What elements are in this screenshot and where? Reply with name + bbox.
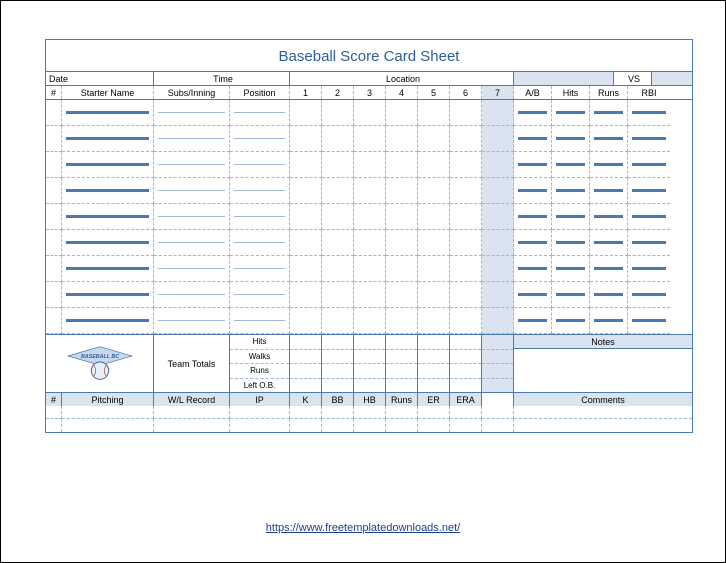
col-inn-2: 2 (322, 86, 354, 99)
pcol-hb: HB (354, 393, 386, 406)
pcol-era: ERA (450, 393, 482, 406)
col-position: Position (230, 86, 290, 99)
vs-label: VS (614, 72, 652, 85)
player-row (46, 178, 692, 204)
player-row (46, 256, 692, 282)
stat-labels: Hits Walks Runs Left O.B. (230, 335, 290, 392)
score-sheet: Baseball Score Card Sheet Date Time Loca… (45, 39, 693, 433)
col-inn-4: 4 (386, 86, 418, 99)
time-label: Time (154, 72, 290, 85)
pitching-rows (46, 406, 692, 432)
column-headers: # Starter Name Subs/Inning Position 1 2 … (46, 85, 692, 99)
col-inn-5: 5 (418, 86, 450, 99)
player-rows (46, 99, 692, 334)
player-row (46, 230, 692, 256)
inn-total-5 (418, 335, 450, 392)
team-totals-label: Team Totals (154, 335, 230, 392)
col-inn-7: 7 (482, 86, 514, 99)
notes-label: Notes (514, 335, 692, 349)
col-subs: Subs/Inning (154, 86, 230, 99)
source-link[interactable]: https://www.freetemplatedownloads.net/ (266, 522, 460, 534)
player-row (46, 100, 692, 126)
pcol-ip: IP (230, 393, 290, 406)
stat-hits: Hits (230, 335, 289, 350)
player-row (46, 152, 692, 178)
pcol-er: ER (418, 393, 450, 406)
stat-walks: Walks (230, 350, 289, 365)
player-row (46, 282, 692, 308)
totals-row: BASEBALL BC Team Totals Hits Walks Runs … (46, 334, 692, 392)
player-row (46, 308, 692, 334)
player-row (46, 126, 692, 152)
pitch-row (46, 419, 692, 432)
inn-total-1 (290, 335, 322, 392)
date-label: Date (46, 72, 154, 85)
pcol-wl: W/L Record (154, 393, 230, 406)
col-inn-1: 1 (290, 86, 322, 99)
col-inn-6: 6 (450, 86, 482, 99)
baseball-bc-logo-icon: BASEBALL BC (65, 344, 135, 384)
col-starter: Starter Name (62, 86, 154, 99)
pcol-runs: Runs (386, 393, 418, 406)
inn-total-7 (482, 335, 514, 392)
player-row (46, 204, 692, 230)
pitching-header: # Pitching W/L Record IP K BB HB Runs ER… (46, 392, 692, 406)
col-hits: Hits (552, 86, 590, 99)
pcol-num: # (46, 393, 62, 406)
pcol-pitching: Pitching (62, 393, 154, 406)
sheet-title: Baseball Score Card Sheet (46, 40, 692, 71)
col-rbi: RBI (628, 86, 670, 99)
stat-lob: Left O.B. (230, 379, 289, 393)
inn-total-2 (322, 335, 354, 392)
logo-box: BASEBALL BC (46, 335, 154, 392)
location-label: Location (290, 72, 514, 85)
pitch-row (46, 406, 692, 419)
col-num: # (46, 86, 62, 99)
col-inn-3: 3 (354, 86, 386, 99)
pcol-bb: BB (322, 393, 354, 406)
source-link-row: https://www.freetemplatedownloads.net/ (1, 522, 725, 534)
pcol-k: K (290, 393, 322, 406)
col-runs: Runs (590, 86, 628, 99)
inn-total-3 (354, 335, 386, 392)
inn-total-6 (450, 335, 482, 392)
stat-runs: Runs (230, 364, 289, 379)
inn-total-4 (386, 335, 418, 392)
pcol-comments: Comments (514, 393, 692, 406)
col-ab: A/B (514, 86, 552, 99)
svg-text:BASEBALL BC: BASEBALL BC (80, 354, 118, 360)
notes-box: Notes (514, 335, 692, 392)
meta-row: Date Time Location VS (46, 71, 692, 85)
